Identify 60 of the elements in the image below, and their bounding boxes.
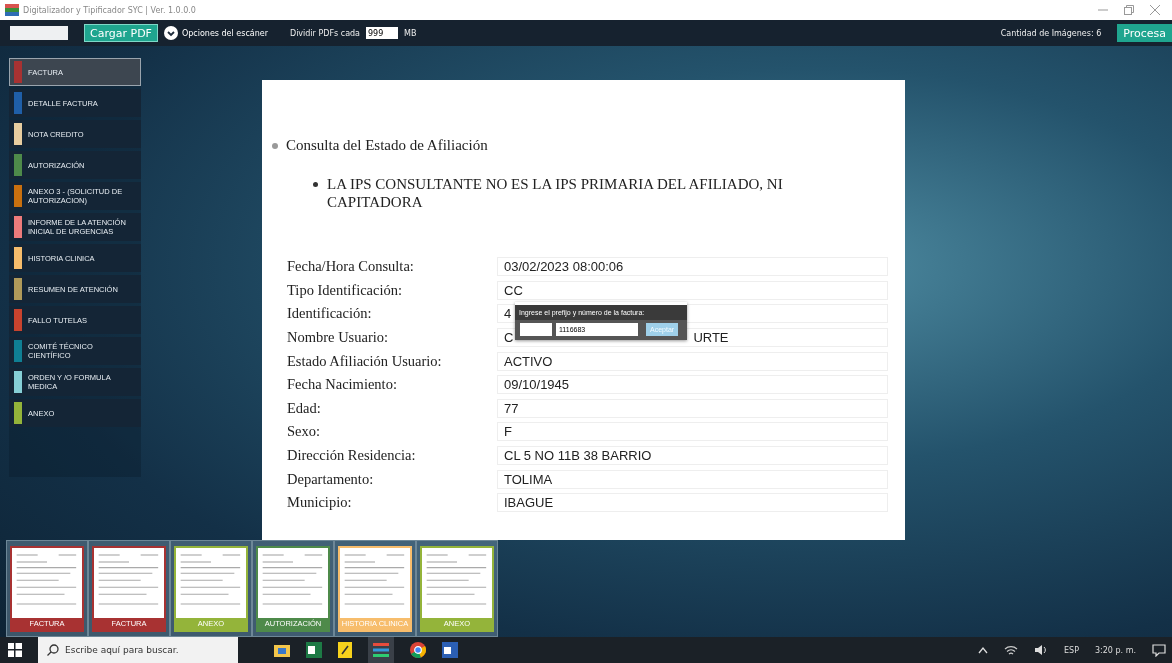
field-value: C [504,330,514,346]
start-icon[interactable] [8,643,22,657]
field-label: Fecha/Hora Consulta: [287,258,415,276]
bullet-icon [272,142,278,149]
speaker-icon[interactable] [1034,644,1048,656]
field-label: Departamento: [287,470,375,488]
document-preview-drawing [340,547,410,618]
notice-text: LA IPS CONSULTANTE NO ES LA IPS PRIMARIA DEL AFILIADO, NI CAPITADORA [327,175,784,211]
wifi-icon[interactable] [1004,644,1018,656]
field-value: CC [504,282,523,298]
field-label: Fecha Nacimiento: [287,376,398,394]
chevron-up-icon[interactable] [978,646,988,654]
field-label: Identificación: [287,305,373,323]
note-icon[interactable] [338,642,352,658]
field-label: Estado Afiliación Usuario: [287,352,443,370]
input-field[interactable] [10,26,68,40]
document-preview-drawing [12,547,82,618]
stacked-bars-icon[interactable] [368,637,394,663]
scanner-options-label[interactable]: Opciones del escáner [181,28,268,38]
field-value: TOLIMA [504,471,553,487]
field-value: 09/10/1945 [504,377,570,393]
image-count: Cantidad de Imágenes: 6 [1000,28,1102,38]
split-label: Dividir PDFs cada [289,28,361,38]
taskbar-search-field[interactable]: Escribe aquí para buscar. [38,637,238,663]
field-value: CL 5 NO 11B 38 BARRIO [504,448,652,464]
field-label: Sexo: [287,423,322,441]
field-label: Tipo Identificación: [287,281,404,299]
field-value: 4 [504,306,512,322]
field-value: ACTIVO [504,353,553,369]
unit-label: MB [404,28,417,38]
document-heading: Consulta del Estado de Afiliación [286,137,488,154]
field-value: F [504,424,512,440]
split-size-field[interactable]: 999 [366,27,399,39]
field-label: Edad: [287,399,322,417]
file-explorer-icon[interactable] [274,643,290,657]
field-value: URTE [693,330,729,346]
document-preview-drawing [176,547,246,618]
field-value: IBAGUE [504,495,554,511]
bullet-icon [313,182,318,187]
close-icon[interactable] [1150,5,1160,15]
language-indicator[interactable]: ESP [1064,645,1079,655]
field-value: 03/02/2023 08:00:06 [504,259,624,275]
chevron-down-icon[interactable] [163,26,178,40]
document-preview-drawing [258,547,328,618]
clock-time[interactable]: 3:20 p. m. [1095,645,1136,655]
document-preview-drawing [94,547,164,618]
spreadsheet-icon[interactable] [306,642,322,658]
search-icon [47,644,59,656]
document-preview-drawing [422,547,492,618]
document-app-icon[interactable] [442,642,458,658]
window-title: Digitalizador y Tipificador SYC | Ver. 1.0.0.0 [23,5,196,15]
restore-icon[interactable] [1124,5,1134,15]
app-icon [5,4,19,16]
field-label: Municipio: [287,494,353,512]
prefix-field[interactable] [520,323,552,336]
notification-icon[interactable] [1152,643,1166,657]
field-value: 77 [504,400,519,416]
field-label: Dirección Residencia: [287,447,417,465]
browser-icon[interactable] [410,642,426,658]
field-label: Nombre Usuario: [287,329,390,347]
